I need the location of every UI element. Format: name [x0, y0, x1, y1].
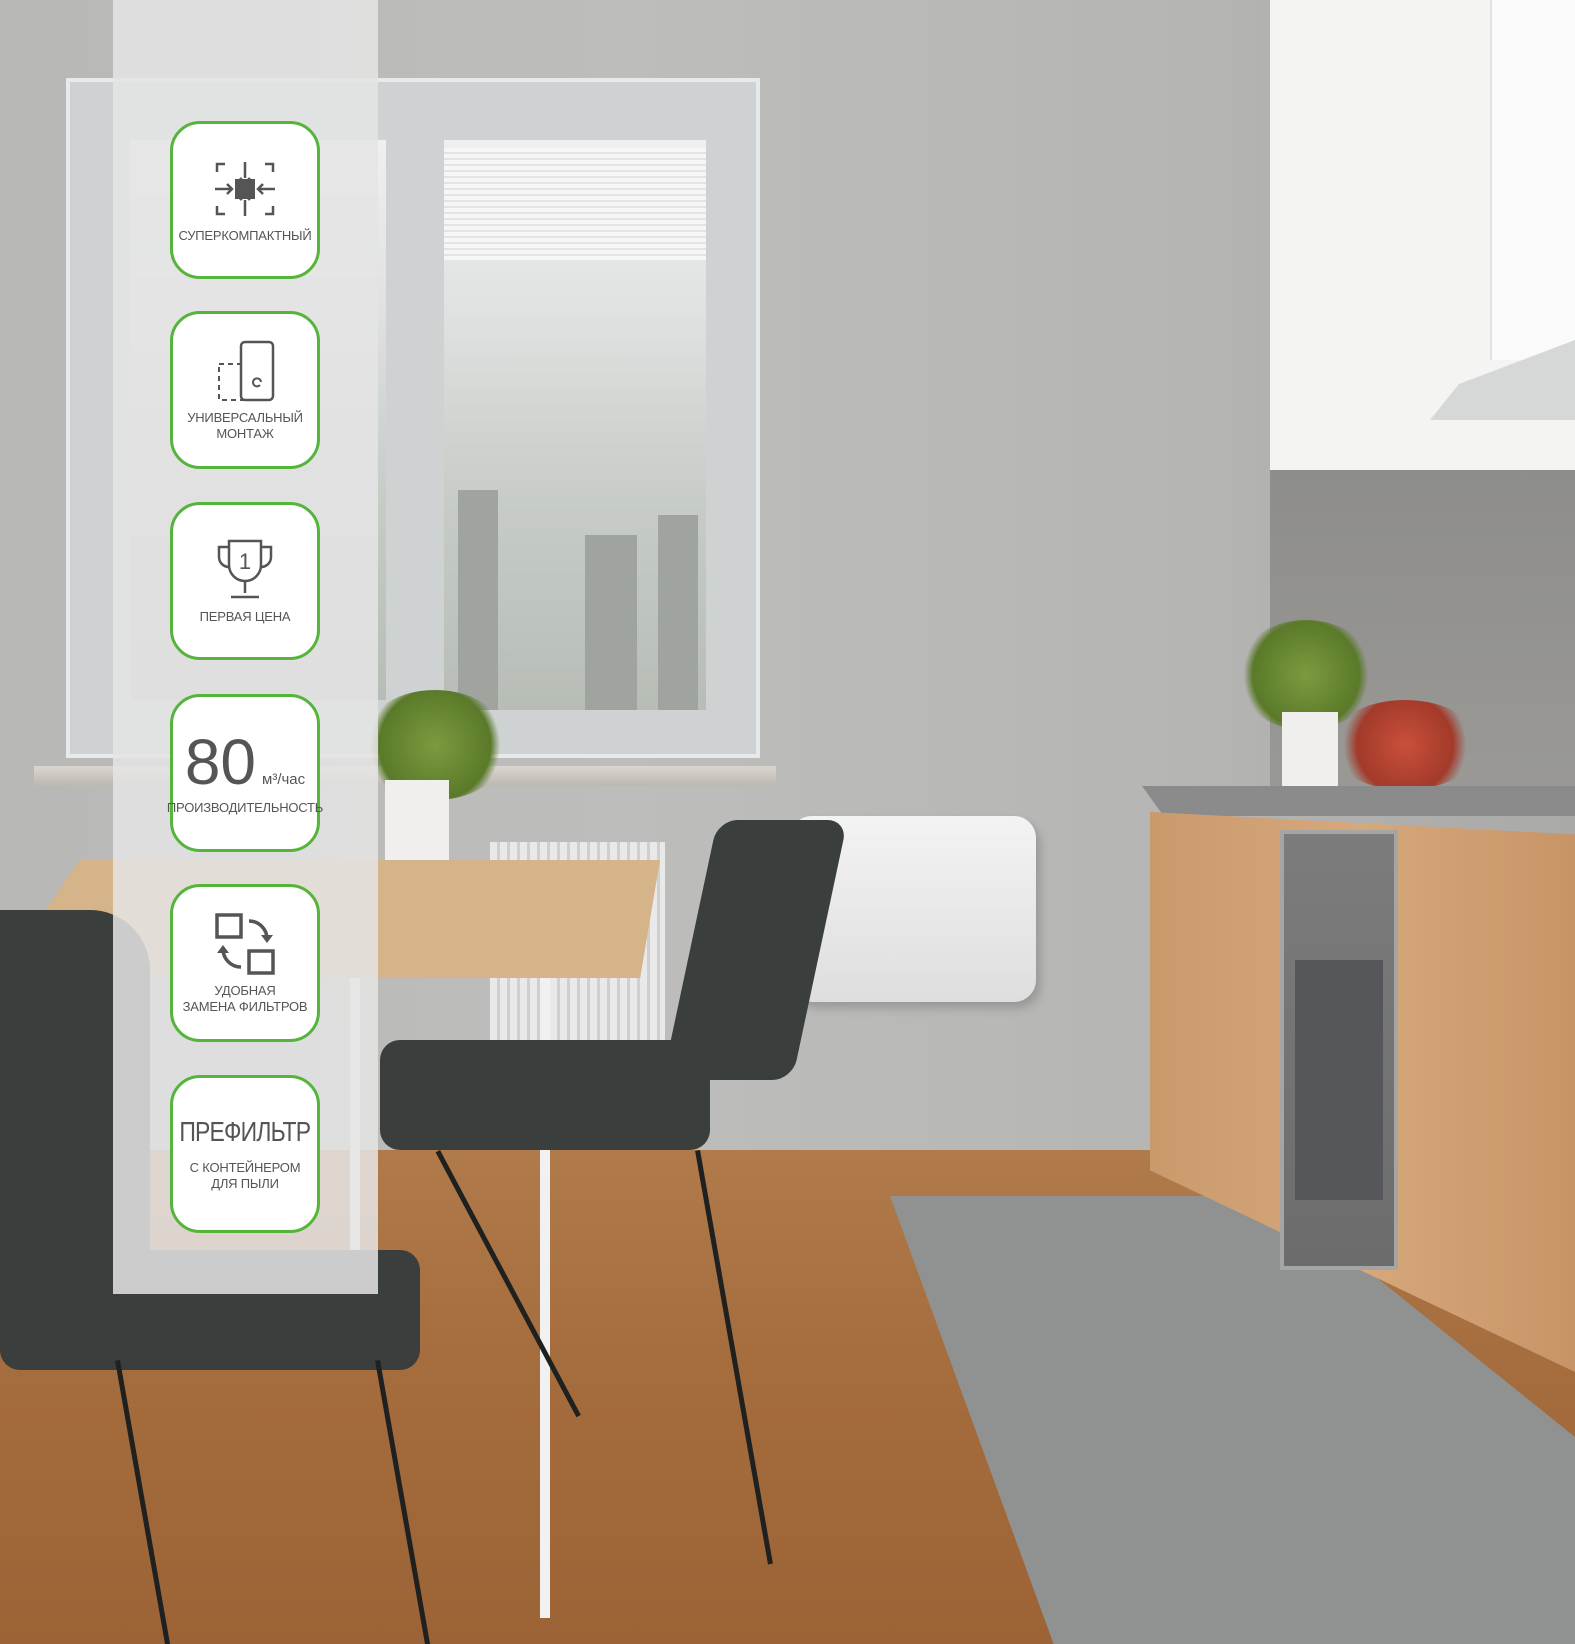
building: [585, 535, 637, 710]
filter-swap-icon: [215, 913, 275, 975]
feature-badge-price: 1 ПЕРВАЯ ЦЕНА: [170, 502, 320, 660]
upper-cabinet-door: [1490, 0, 1575, 360]
trophy-number: 1: [239, 549, 251, 574]
feature-label: ПРОИЗВОДИТЕЛЬНОСТЬ: [166, 800, 324, 815]
compact-arrows-icon: [215, 162, 275, 216]
window-blind: [444, 148, 706, 260]
feature-badge-mount: УНИВЕРСАЛЬНЫЙ МОНТАЖ: [170, 311, 320, 469]
countertop: [1142, 786, 1575, 816]
fruit-bowl: [1330, 700, 1480, 790]
feature-label: С КОНТЕЙНЕРОМ ДЛЯ ПЫЛИ: [189, 1160, 301, 1191]
feature-label: СУПЕРКОМПАКТНЫЙ: [178, 228, 312, 243]
feature-label: УДОБНАЯ ЗАМЕНА ФИЛЬТРОВ: [182, 983, 308, 1014]
feature-badge-filter: УДОБНАЯ ЗАМЕНА ФИЛЬТРОВ: [170, 884, 320, 1042]
trophy-first-icon: 1: [217, 539, 273, 599]
feature-badge-capacity: 80 м³/час ПРОИЗВОДИТЕЛЬНОСТЬ: [166, 694, 324, 852]
feature-label: ПЕРВАЯ ЦЕНА: [199, 609, 291, 624]
building: [658, 515, 698, 710]
capacity-value: 80: [184, 726, 257, 798]
feature-badge-prefilter: ПРЕФИЛЬТР С КОНТЕЙНЕРОМ ДЛЯ ПЫЛИ: [170, 1075, 320, 1233]
universal-mount-icon: [218, 340, 275, 402]
prefilter-title: ПРЕФИЛЬТР: [179, 1116, 312, 1147]
capacity-unit: м³/час: [262, 771, 306, 788]
feature-badge-compact: СУПЕРКОМПАКТНЫЙ: [170, 121, 320, 279]
feature-label: УНИВЕРСАЛЬНЫЙ МОНТАЖ: [187, 410, 303, 441]
building: [458, 490, 498, 710]
oven-door-glass: [1295, 960, 1383, 1200]
chair: [380, 1040, 710, 1150]
plant-pot: [1282, 712, 1338, 792]
capacity-value-row: 80 м³/час: [185, 730, 305, 794]
